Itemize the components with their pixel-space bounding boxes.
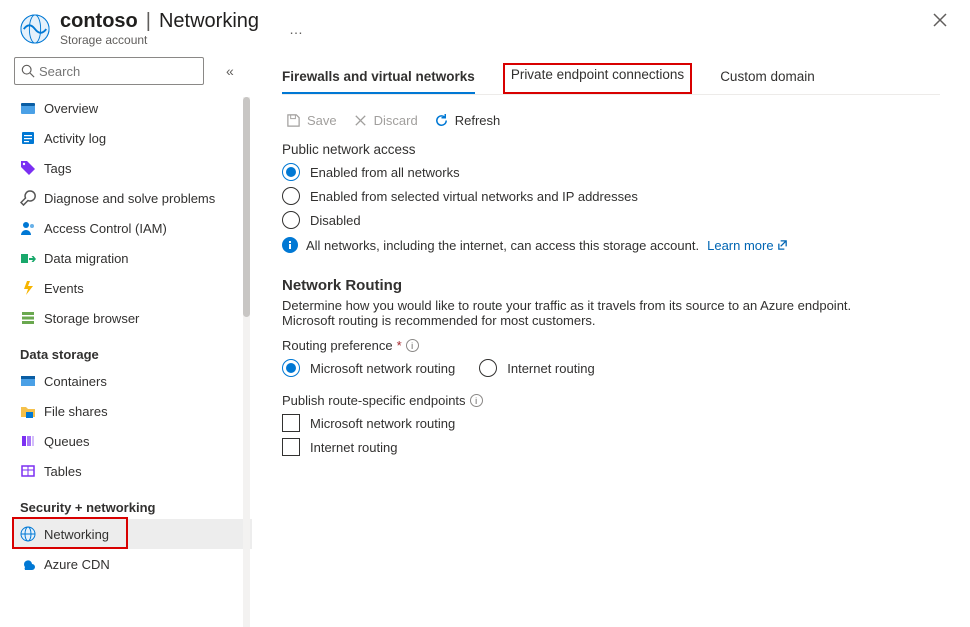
info-text: All networks, including the internet, ca… — [306, 238, 699, 253]
tag-icon — [20, 160, 36, 176]
radio-all-networks[interactable]: Enabled from all networks — [282, 163, 940, 181]
routing-heading: Network Routing — [282, 277, 940, 294]
sidebar-item-label: Activity log — [44, 131, 106, 146]
discard-label: Discard — [374, 113, 418, 128]
cdn-icon — [20, 556, 36, 572]
iam-icon — [20, 220, 36, 236]
sidebar-item-data-migration[interactable]: Data migration — [14, 243, 252, 273]
radio-label: Enabled from all networks — [310, 165, 460, 180]
sidebar-item-events[interactable]: Events — [14, 273, 252, 303]
discard-icon — [353, 113, 368, 128]
close-button[interactable] — [932, 12, 950, 30]
sidebar-item-label: Storage browser — [44, 311, 139, 326]
overview-icon — [20, 100, 36, 116]
page-section: Networking — [159, 10, 259, 33]
tab-firewalls[interactable]: Firewalls and virtual networks — [282, 65, 475, 94]
storage-account-icon — [20, 14, 50, 44]
learn-more-link[interactable]: Learn more — [707, 238, 788, 253]
publish-endpoints-label: Publish route-specific endpoints — [282, 393, 466, 408]
page-subtitle: Storage account — [60, 33, 259, 47]
search-input-wrapper[interactable] — [14, 57, 204, 85]
sidebar-item-label: Azure CDN — [44, 557, 110, 572]
learn-more-label: Learn more — [707, 238, 773, 253]
discard-button[interactable]: Discard — [353, 113, 418, 128]
required-marker: * — [397, 338, 402, 353]
group-security-networking: Security + networking — [14, 486, 252, 519]
info-tooltip-icon[interactable]: i — [470, 394, 483, 407]
collapse-sidebar-button[interactable]: « — [226, 63, 234, 79]
file-shares-icon — [20, 403, 36, 419]
sidebar-item-label: Containers — [44, 374, 107, 389]
sidebar-item-diagnose[interactable]: Diagnose and solve problems — [14, 183, 252, 213]
sidebar-scrollbar-thumb[interactable] — [243, 97, 250, 317]
checkbox-label: Internet routing — [310, 440, 397, 455]
radio-disabled[interactable]: Disabled — [282, 211, 940, 229]
sidebar-item-storage-browser[interactable]: Storage browser — [14, 303, 252, 333]
tab-custom-domain[interactable]: Custom domain — [720, 65, 815, 94]
tab-private-endpoint[interactable]: Private endpoint connections — [503, 63, 692, 94]
checkbox-internet-routing[interactable]: Internet routing — [282, 438, 940, 456]
sidebar-item-networking[interactable]: Networking — [14, 519, 252, 549]
sidebar-item-label: Queues — [44, 434, 90, 449]
containers-icon — [20, 373, 36, 389]
sidebar-item-label: Data migration — [44, 251, 129, 266]
networking-icon — [20, 526, 36, 542]
group-data-storage: Data storage — [14, 333, 252, 366]
diagnose-icon — [20, 190, 36, 206]
search-input[interactable] — [35, 64, 197, 79]
sidebar-item-activity-log[interactable]: Activity log — [14, 123, 252, 153]
sidebar-item-queues[interactable]: Queues — [14, 426, 252, 456]
events-icon — [20, 280, 36, 296]
radio-label: Disabled — [310, 213, 361, 228]
save-icon — [286, 113, 301, 128]
checkbox-ms-routing[interactable]: Microsoft network routing — [282, 414, 940, 432]
radio-label: Internet routing — [507, 361, 594, 376]
more-actions-button[interactable]: … — [289, 21, 304, 37]
routing-desc: Determine how you would like to route yo… — [282, 298, 902, 328]
routing-pref-label: Routing preference — [282, 338, 393, 353]
checkbox-label: Microsoft network routing — [310, 416, 455, 431]
refresh-icon — [434, 113, 449, 128]
queues-icon — [20, 433, 36, 449]
sidebar-item-iam[interactable]: Access Control (IAM) — [14, 213, 252, 243]
radio-internet-routing[interactable]: Internet routing — [479, 359, 594, 377]
account-name: contoso — [60, 10, 138, 33]
storage-browser-icon — [20, 310, 36, 326]
search-icon — [21, 64, 35, 78]
tables-icon — [20, 463, 36, 479]
sidebar-item-file-shares[interactable]: File shares — [14, 396, 252, 426]
save-label: Save — [307, 113, 337, 128]
sidebar-item-azure-cdn[interactable]: Azure CDN — [14, 549, 252, 579]
sidebar-item-label: Events — [44, 281, 84, 296]
sidebar-item-label: Tables — [44, 464, 82, 479]
save-button[interactable]: Save — [286, 113, 337, 128]
radio-selected-networks[interactable]: Enabled from selected virtual networks a… — [282, 187, 940, 205]
sidebar-item-label: Access Control (IAM) — [44, 221, 167, 236]
external-link-icon — [777, 238, 788, 253]
page-title: contoso | Networking — [60, 10, 259, 33]
public-access-label: Public network access — [282, 142, 940, 157]
sidebar-item-containers[interactable]: Containers — [14, 366, 252, 396]
sidebar-item-label: Networking — [44, 527, 109, 542]
radio-label: Enabled from selected virtual networks a… — [310, 189, 638, 204]
sidebar-item-label: File shares — [44, 404, 108, 419]
data-migration-icon — [20, 250, 36, 266]
sidebar-item-label: Diagnose and solve problems — [44, 191, 215, 206]
refresh-label: Refresh — [455, 113, 501, 128]
sidebar-item-overview[interactable]: Overview — [14, 93, 252, 123]
radio-ms-routing[interactable]: Microsoft network routing — [282, 359, 455, 377]
sidebar-item-tags[interactable]: Tags — [14, 153, 252, 183]
refresh-button[interactable]: Refresh — [434, 113, 501, 128]
sidebar-item-tables[interactable]: Tables — [14, 456, 252, 486]
info-icon — [282, 237, 298, 253]
info-tooltip-icon[interactable]: i — [406, 339, 419, 352]
activity-log-icon — [20, 130, 36, 146]
sidebar-item-label: Tags — [44, 161, 71, 176]
sidebar-scrollbar[interactable] — [243, 97, 250, 627]
radio-label: Microsoft network routing — [310, 361, 455, 376]
sidebar-item-label: Overview — [44, 101, 98, 116]
